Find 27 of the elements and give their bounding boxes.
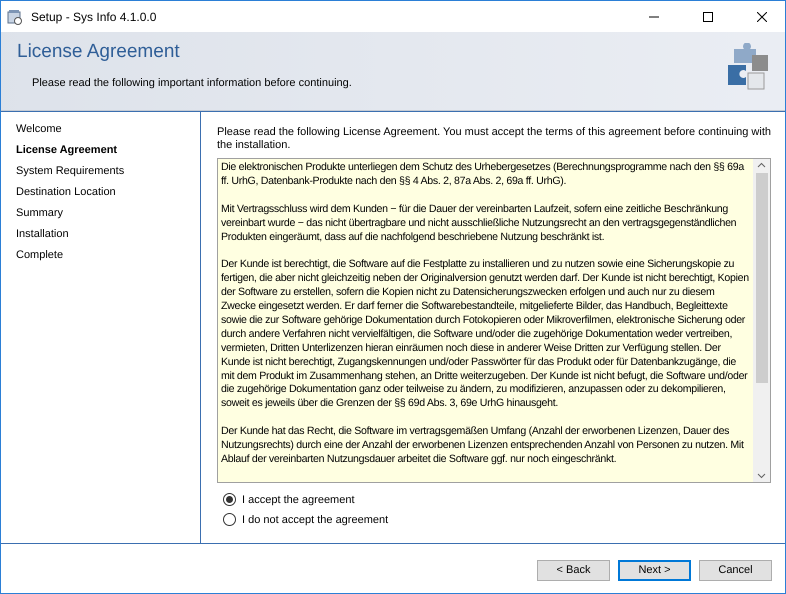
- license-paragraph: Die elektronischen Produkte unterliegen dem Schutz des Urhebergesetzes (Berechnungsprogramme nach den §§ 69a ff. UrhG, Datenbank-Produkte nach den §§ 4 Abs. 2, 87a Abs. 2, 69a ff. UrhG).: [221, 161, 746, 189]
- radio-label: I do not accept the agreement: [242, 514, 388, 526]
- license-paragraph: Der Kunde hat das Recht, die Software im vertragsgemäßen Umfang (Anzahl der erworbenen Lizenzen, Dauer des Nutzungsrechts) durch eine der Anzahl der erworbenen Lizenzen entsprechenden Anzahl von Personen zu nutzen. Mit Ablauf der vereinbarten Nutzungsdauer arbeitet die Software ggf. nur noch eingeschränkt.: [221, 425, 745, 467]
- radio-button[interactable]: [223, 493, 236, 506]
- wizard-step: Complete: [16, 249, 200, 263]
- license-paragraph: Mit Vertragsschluss wird dem Kunden − für die Dauer der vereinbarten Laufzeit, sofern eine zeitliche Beschränkung vereinbart wurde − das nicht übertragbare und nicht ausschließliche Nutzungsrecht an den vertragsgegenständlichen Produkten eingeräumt, dass auf die nachfolgend beschriebene Nutzung beschränkt ist.: [221, 202, 738, 244]
- page-title: License Agreement: [17, 41, 181, 63]
- wizard-step: System Requirements: [16, 165, 200, 179]
- maximize-icon: [703, 12, 713, 22]
- wizard-button[interactable]: Next >: [618, 560, 691, 580]
- installer-icon: [7, 8, 23, 24]
- window-title: Setup - Sys Info 4.1.0.0: [31, 10, 158, 24]
- wizard-button[interactable]: < Back: [537, 560, 610, 580]
- wizard-step: Summary: [16, 207, 200, 221]
- wizard-step: Welcome: [16, 123, 200, 137]
- close-icon: [757, 12, 767, 22]
- radio-label: I accept the agreement: [242, 494, 355, 506]
- wizard-step: License Agreement: [16, 144, 200, 158]
- radio-button[interactable]: [223, 513, 236, 526]
- license-text-box[interactable]: [217, 158, 771, 483]
- license-paragraph: Der Kunde ist berechtigt, die Software auf die Festplatte zu installieren und zu nutzen sowie eine Sicherungskopie zu fertigen, die aber nicht gleichzeitig neben der Originalversion genutzt werden darf. Der Kunde ist nicht berechtigt, Kopien der Software zu erstellen, sofern die Kopien nicht zu Datensicherungszwecken erfolgen und auch nur zu diesem Zwecke eingesetzt werden. Er darf ferner die Softwarebestandteile, mitgelieferte Bilder, das Handbuch, Begleittexte sowie die zur Software gehörige Dokumentation durch Fotokopieren oder Mikroverfilmen, elektronische Sicherung oder durch andere Verfahren nicht vervielfältigen, die Software und/oder die zugehörige Dokumentation weder vertreiben, vermieten, Dritten Unterlizenzen hieran einräumen noch diese in anderer Weise Dritten zur Verfügung stellen. Der Kunde ist nicht berechtigt, Zugangskennungen und/oder Passwörter für das Produkt oder für Datenbankzugänge, die mit dem Produkt im Zusammenhang stehen, an Dritte weiterzugeben. Der Kunde ist nicht befugt, die Software und/oder die zugehörige Dokumentation ganz oder teilweise zu ändern, zu modifizieren, anzupassen oder zu dekompilieren, soweit es jeweils über die Grenzen der §§ 69d Abs. 3, 69e UrhG hinausgeht.: [221, 258, 750, 412]
- instruction-text: Please read the following License Agreement. You must accept the terms of this agreement before continuing with the installation.: [217, 126, 771, 152]
- page-subtitle: Please read the following important information before continuing.: [32, 77, 353, 89]
- wizard-step: Destination Location: [16, 186, 200, 200]
- scrollbar[interactable]: [753, 159, 770, 482]
- wizard-step: Installation: [16, 228, 200, 242]
- wizard-button[interactable]: Cancel: [699, 560, 772, 580]
